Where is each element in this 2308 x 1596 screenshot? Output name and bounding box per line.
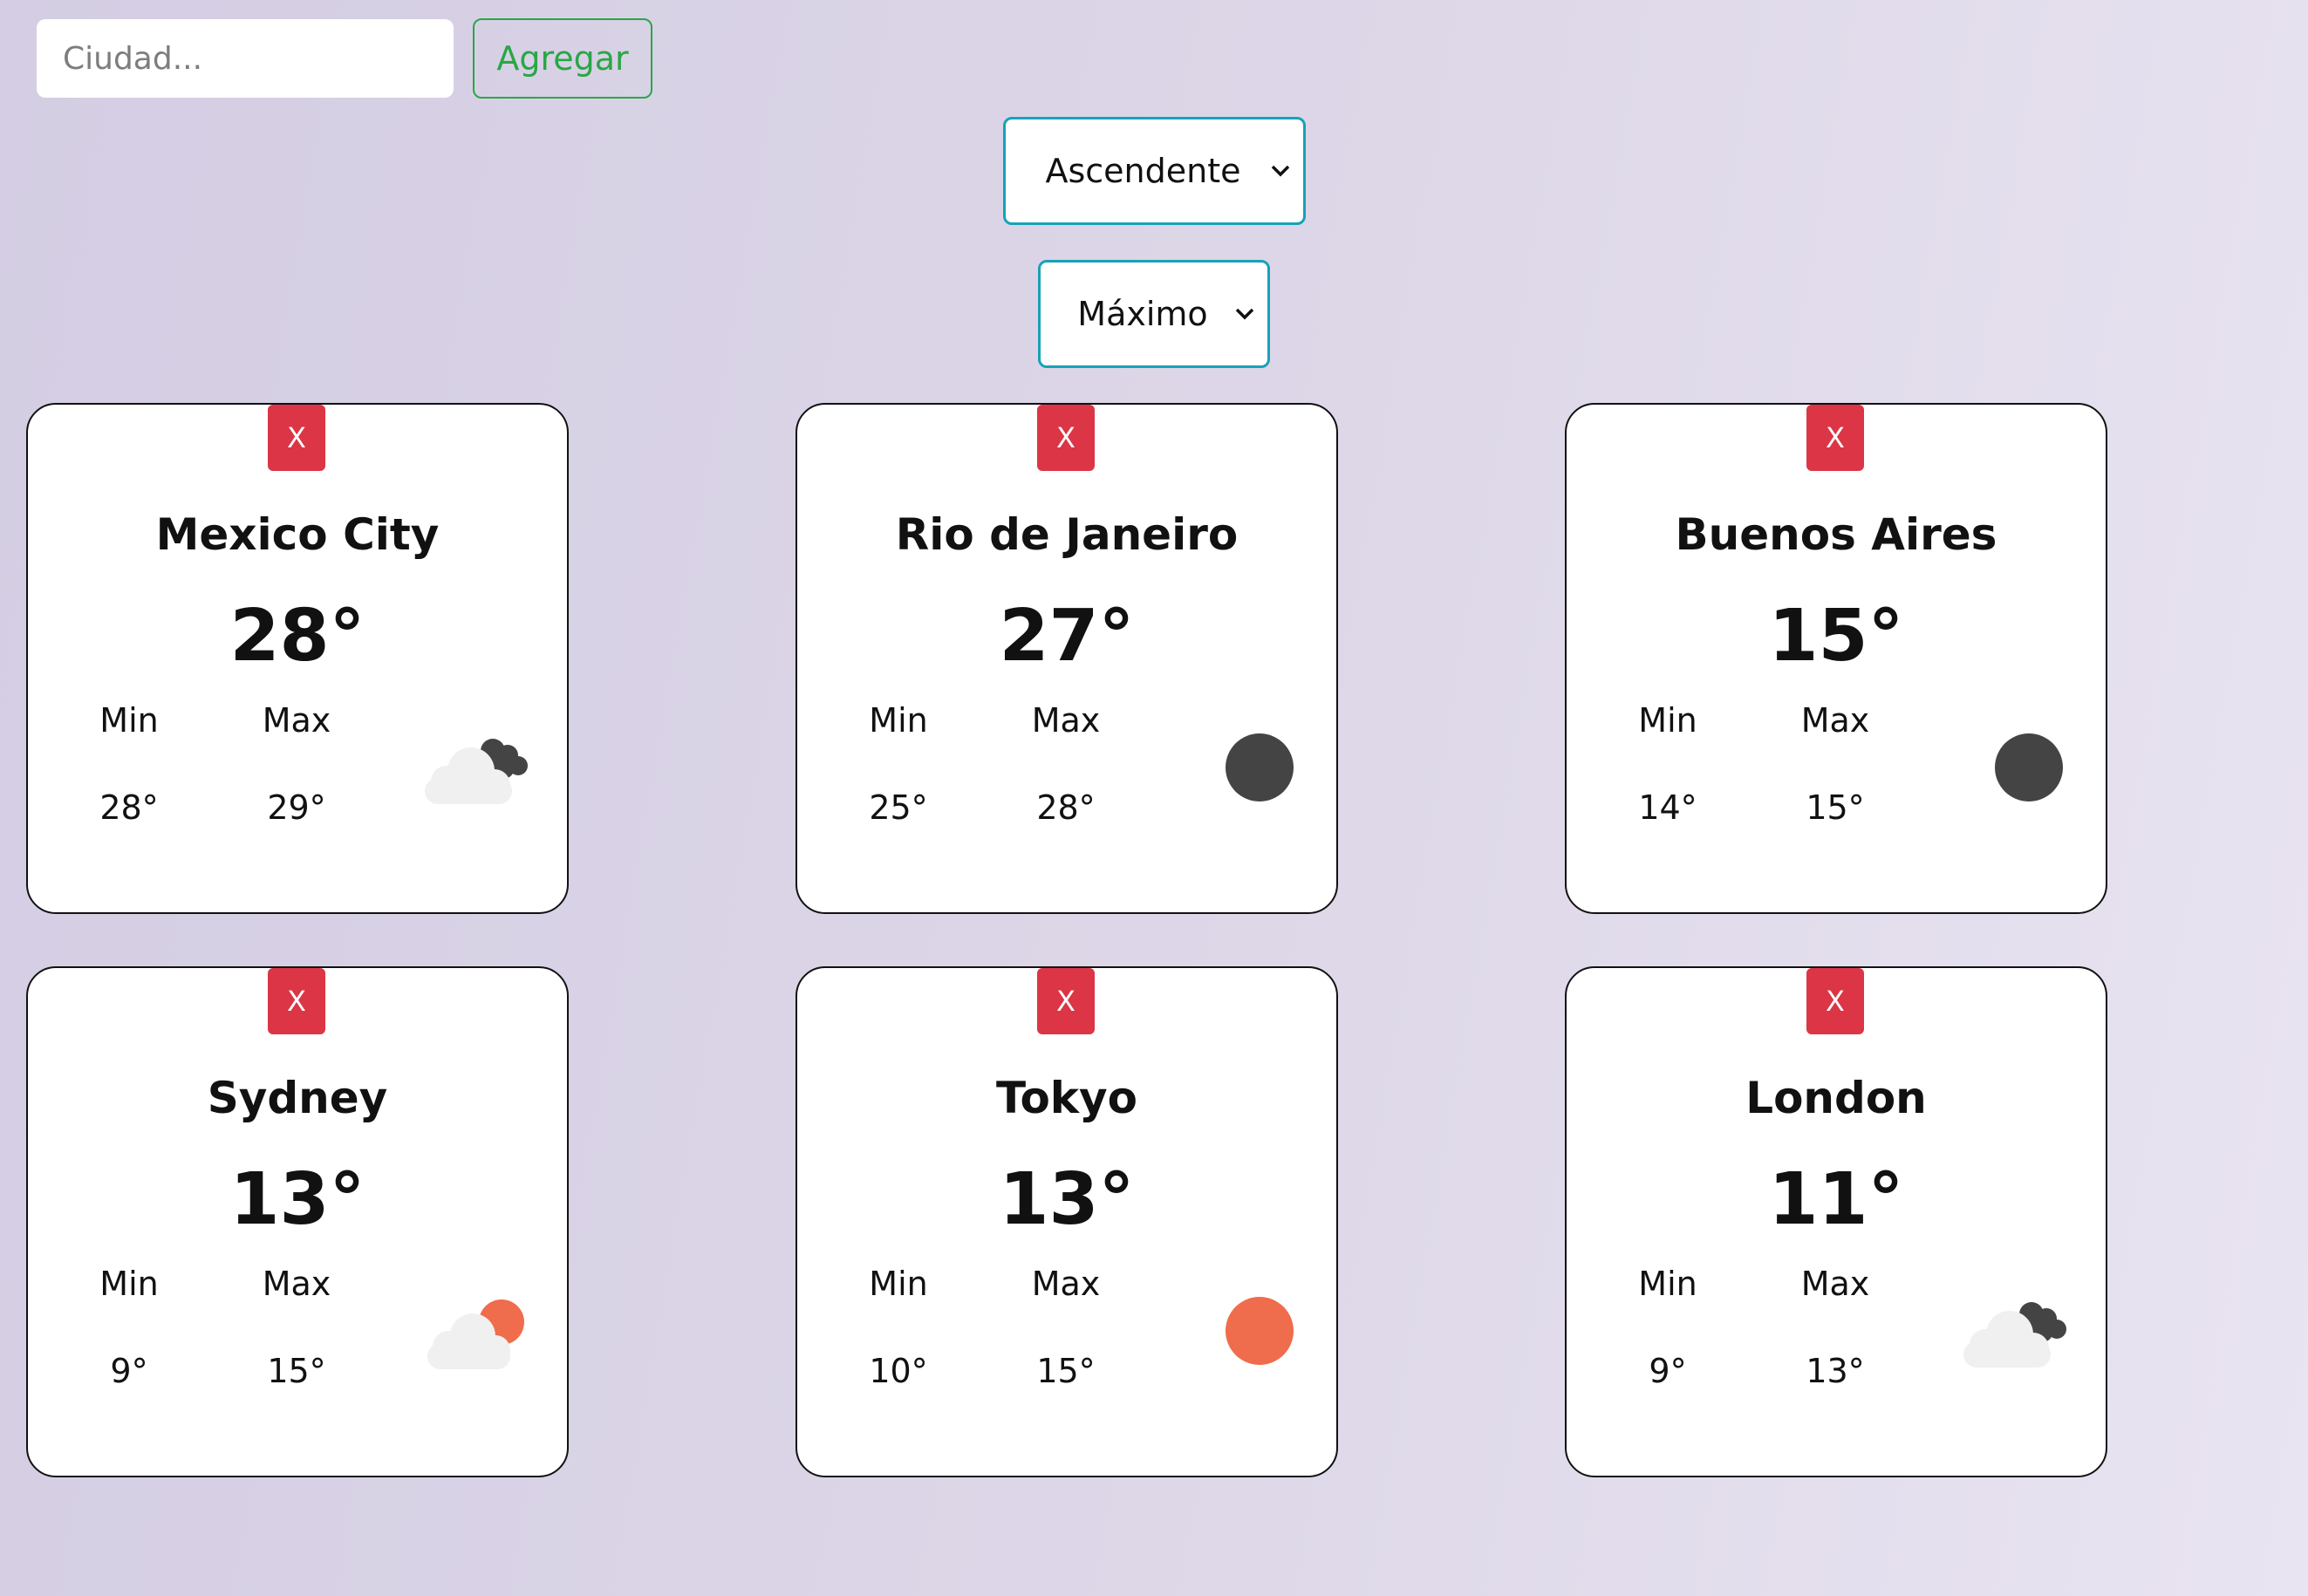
max-temperature: 28° <box>1036 788 1096 827</box>
max-label: Max <box>262 1265 331 1303</box>
chevron-down-icon <box>1268 165 1293 177</box>
cloudy-night-icon <box>1963 1302 2066 1368</box>
sort-order-value: Ascendente <box>1045 152 1241 190</box>
city-name: Mexico City <box>155 509 440 560</box>
max-temperature: 15° <box>1806 788 1865 827</box>
current-temperature: 28° <box>229 595 365 678</box>
min-temperature: 9° <box>1649 1352 1687 1390</box>
min-label: Min <box>1638 701 1697 740</box>
min-label: Min <box>869 701 928 740</box>
max-label: Max <box>1031 701 1101 740</box>
max-temperature: 15° <box>267 1352 326 1390</box>
city-name: London <box>1745 1073 1927 1123</box>
max-label: Max <box>1800 701 1870 740</box>
city-name: Rio de Janeiro <box>895 509 1239 560</box>
min-label: Min <box>99 1265 159 1303</box>
sort-type-value: Máximo <box>1077 295 1208 333</box>
add-city-button[interactable]: Agregar <box>473 18 652 99</box>
max-temperature: 29° <box>267 788 326 827</box>
remove-card-button[interactable]: X <box>1806 405 1864 471</box>
sort-order-select[interactable]: Ascendente <box>1003 117 1306 225</box>
sun-icon <box>1226 1297 1294 1365</box>
current-temperature: 27° <box>999 595 1135 678</box>
weather-card: X Buenos Aires 15° Min Max 14° 15° <box>1565 403 2107 914</box>
chevron-down-icon <box>1233 308 1257 320</box>
weather-card: X Sydney 13° Min Max 9° 15° <box>26 966 569 1477</box>
city-name: Sydney <box>207 1073 388 1123</box>
weather-card: X Mexico City 28° Min Max 28° 29° <box>26 403 569 914</box>
min-label: Min <box>99 701 159 740</box>
min-temperature: 9° <box>110 1352 148 1390</box>
min-label: Min <box>1638 1265 1697 1303</box>
max-label: Max <box>1031 1265 1101 1303</box>
min-temperature: 14° <box>1638 788 1697 827</box>
city-name: Buenos Aires <box>1675 509 1997 560</box>
cloudy-night-icon <box>425 739 528 804</box>
weather-card: X Rio de Janeiro 27° Min Max 25° 28° <box>796 403 1338 914</box>
max-temperature: 15° <box>1036 1352 1096 1390</box>
current-temperature: 13° <box>229 1158 365 1241</box>
current-temperature: 11° <box>1768 1158 1904 1241</box>
current-temperature: 15° <box>1768 595 1904 678</box>
max-label: Max <box>262 701 331 740</box>
remove-card-button[interactable]: X <box>1806 968 1864 1034</box>
partly-cloudy-day-icon <box>427 1299 524 1369</box>
weather-card: X Tokyo 13° Min Max 10° 15° <box>796 966 1338 1477</box>
remove-card-button[interactable]: X <box>1037 968 1095 1034</box>
remove-card-button[interactable]: X <box>268 968 325 1034</box>
current-temperature: 13° <box>999 1158 1135 1241</box>
min-temperature: 25° <box>869 788 928 827</box>
clear-night-icon <box>1226 733 1294 801</box>
weather-card: X London 11° Min Max 9° 13° <box>1565 966 2107 1477</box>
min-label: Min <box>869 1265 928 1303</box>
city-search-input[interactable] <box>37 19 454 98</box>
max-label: Max <box>1800 1265 1870 1303</box>
city-name: Tokyo <box>995 1073 1137 1123</box>
min-temperature: 10° <box>869 1352 928 1390</box>
clear-night-icon <box>1995 733 2063 801</box>
min-temperature: 28° <box>99 788 159 827</box>
remove-card-button[interactable]: X <box>1037 405 1095 471</box>
remove-card-button[interactable]: X <box>268 405 325 471</box>
max-temperature: 13° <box>1806 1352 1865 1390</box>
sort-type-select[interactable]: Máximo <box>1038 260 1270 368</box>
